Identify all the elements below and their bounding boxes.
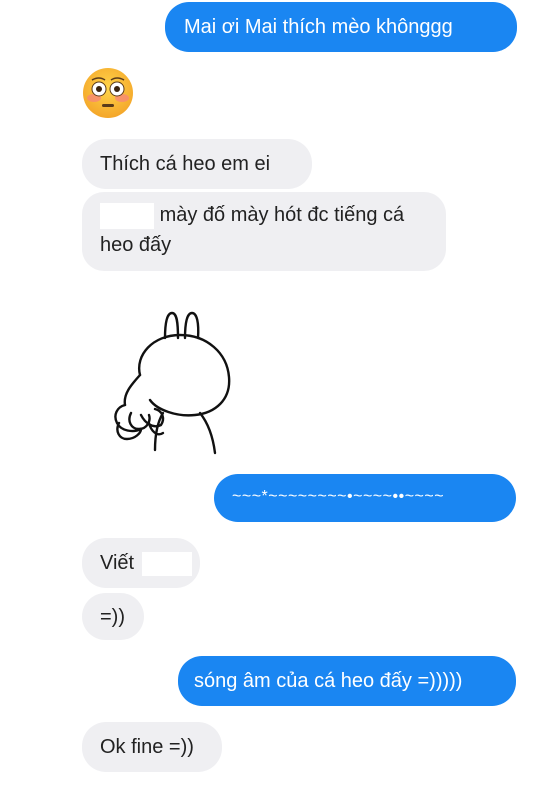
message-text-line-1: mày đố mày hót đc tiếng cá	[159, 204, 405, 226]
received-message-bubble[interactable]: Viết	[82, 538, 200, 588]
sent-message-bubble[interactable]: ~~~*~~~~~~~~•~~~~••~~~~	[214, 474, 516, 522]
message-text-line-2: heo đấy	[100, 234, 172, 256]
sent-message-bubble[interactable]: Mai ơi Mai thích mèo khônggg	[165, 2, 517, 52]
rabbit-sticker[interactable]	[105, 305, 245, 465]
received-message-bubble[interactable]: Ok fine =))	[82, 722, 222, 772]
redacted-name	[100, 202, 154, 229]
received-message-bubble[interactable]: Thích cá heo em ei	[82, 139, 312, 189]
flushed-face-icon	[82, 67, 134, 124]
received-message-bubble[interactable]: =))	[82, 593, 144, 640]
message-text: Mai ơi Mai thích mèo khônggg	[184, 16, 453, 38]
message-text: Thích cá heo em ei	[100, 153, 271, 175]
message-text: =))	[100, 606, 125, 628]
redacted-name	[141, 551, 192, 576]
received-message-bubble[interactable]: mày đố mày hót đc tiếng cá heo đấy	[82, 192, 446, 271]
message-text: Ok fine =))	[100, 736, 194, 758]
sent-message-bubble[interactable]: sóng âm của cá heo đấy =)))))	[178, 656, 516, 706]
message-text: sóng âm của cá heo đấy =)))))	[194, 670, 463, 692]
message-text: Viết	[100, 552, 135, 574]
message-text: ~~~*~~~~~~~~•~~~~••~~~~	[232, 488, 445, 505]
